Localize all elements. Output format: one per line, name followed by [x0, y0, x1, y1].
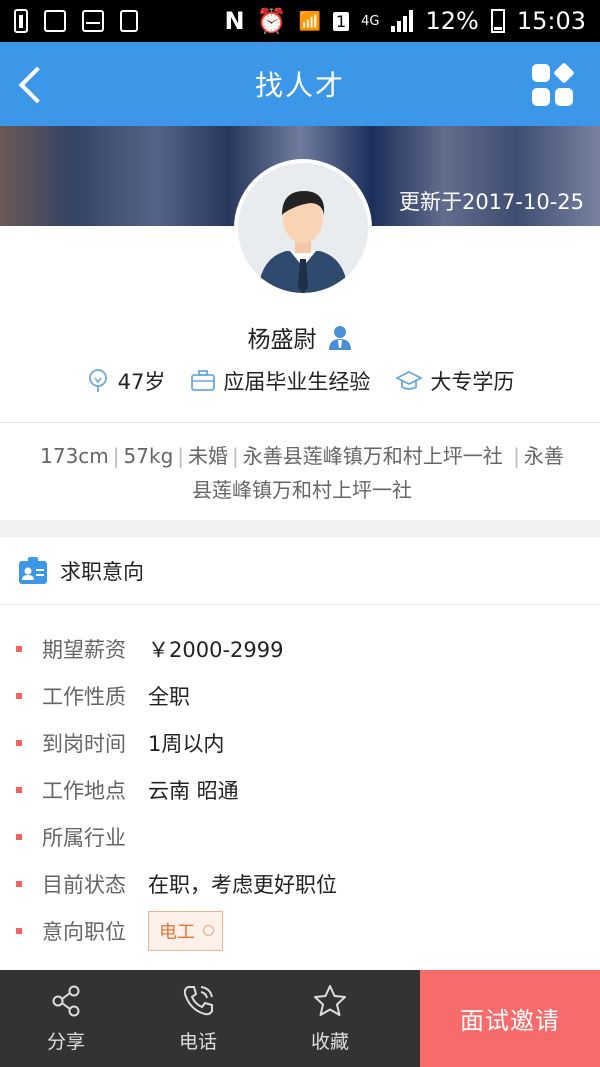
apps-grid-icon[interactable]	[532, 62, 575, 106]
address2-value: 永善	[523, 444, 564, 468]
share-button[interactable]: 分享	[0, 970, 132, 1067]
nfc-icon: N	[224, 7, 245, 35]
experience-value: 应届毕业生经验	[223, 370, 371, 394]
page-title: 找人才	[254, 69, 345, 102]
clock: 15:03	[516, 7, 586, 35]
row-label: 意向职位	[42, 919, 126, 944]
signal-icon	[391, 10, 414, 32]
star-icon	[314, 985, 346, 1016]
updated-date: 更新于2017-10-25	[398, 190, 584, 214]
job-tag-label: 电工	[159, 921, 195, 943]
candidate-name: 杨盛尉	[247, 327, 317, 353]
intention-header: 求职意向	[0, 537, 600, 605]
briefcase-icon	[191, 370, 216, 391]
row-label: 目前状态	[42, 872, 126, 897]
list-item: 意向职位 电工	[0, 907, 600, 954]
marital-value: 未婚	[188, 444, 229, 468]
phone-label: 电话	[178, 1031, 217, 1053]
address2-cont: 县莲峰镇万和村上坪一社	[192, 478, 412, 502]
bullet	[16, 880, 22, 887]
bottom-action-bar: 分享 电话 收藏 面试邀请	[0, 970, 600, 1067]
bullet	[16, 739, 22, 746]
section-title: 求职意向	[60, 559, 144, 584]
address-value: 永善县莲峰镇万和村上坪一社	[242, 444, 503, 468]
list-item: 期望薪资 ￥2000-2999	[0, 625, 600, 672]
graduation-cap-icon	[396, 370, 423, 390]
height-value: 173cm	[40, 444, 109, 468]
back-arrow-icon[interactable]	[14, 60, 58, 108]
status-bar: N ⏰ 📶 1 4G 12% 15:03	[0, 0, 600, 42]
row-label: 所属行业	[42, 825, 126, 850]
balloon-icon	[88, 369, 107, 392]
person-avatar-icon	[238, 163, 368, 293]
app-header: 找人才	[0, 42, 600, 126]
bullet	[16, 927, 22, 934]
row-value: ￥2000-2999	[148, 637, 284, 662]
list-item: 到岗时间 1周以内	[0, 719, 600, 766]
row-value: 在职，考虑更好职位	[148, 872, 337, 897]
phone-button[interactable]: 电话	[132, 970, 264, 1067]
system-icons: N ⏰ 📶 1 4G 12% 15:03	[225, 7, 586, 35]
bullet	[16, 645, 22, 652]
weight-value: 57kg	[123, 444, 174, 468]
wifi-icon: 📶	[298, 10, 321, 32]
share-icon	[52, 985, 80, 1017]
network-type: 4G	[361, 13, 380, 29]
battery-icon	[490, 9, 505, 33]
favorite-label: 收藏	[310, 1031, 349, 1053]
job-tag[interactable]: 电工	[148, 910, 223, 951]
name-row: 杨盛尉	[0, 320, 600, 354]
age-tag: 47岁	[86, 366, 166, 396]
id-card-icon	[19, 556, 47, 584]
row-label: 到岗时间	[42, 731, 126, 756]
alarm-icon: ⏰	[256, 7, 287, 35]
sim-badge: 1	[332, 11, 350, 31]
share-label: 分享	[46, 1031, 85, 1053]
basic-info: 173cm | 57kg | 未婚 | 永善县莲峰镇万和村上坪一社 | 永善 县莲峰镇万和村上坪…	[0, 422, 600, 520]
image-icon	[44, 10, 66, 32]
profile-tags: 47岁 应届毕业生经验 大专学历	[0, 366, 600, 396]
avatar	[234, 159, 372, 297]
battery-percent: 12%	[425, 7, 479, 35]
notification-icons	[14, 9, 138, 33]
list-item: 工作地点 云南 昭通	[0, 766, 600, 813]
row-value: 1周以内	[148, 731, 225, 756]
bullet	[16, 786, 22, 793]
education-value: 大专学历	[430, 370, 515, 394]
circle-icon	[203, 925, 214, 936]
row-value: 云南 昭通	[148, 778, 239, 803]
list-item: 工作性质 全职	[0, 672, 600, 719]
row-label: 工作地点	[42, 778, 126, 803]
user-badge-icon	[328, 326, 351, 350]
bullet	[16, 833, 22, 840]
row-label: 期望薪资	[42, 637, 126, 662]
battery-warning-icon	[14, 9, 28, 33]
bullet	[16, 692, 22, 699]
mail-icon	[82, 10, 104, 32]
phone-icon	[183, 986, 213, 1016]
favorite-button[interactable]: 收藏	[264, 970, 396, 1067]
age-value: 47岁	[117, 370, 166, 394]
interview-invite-button[interactable]: 面试邀请	[420, 970, 600, 1067]
intention-list: 期望薪资 ￥2000-2999 工作性质 全职 到岗时间 1周以内 工作地点 云南 昭通…	[0, 605, 600, 970]
list-item: 所属行业	[0, 813, 600, 860]
row-label: 工作性质	[42, 684, 126, 709]
device-alert-icon	[120, 10, 138, 32]
row-value: 全职	[148, 684, 190, 709]
experience-tag: 应届毕业生经验	[191, 366, 370, 396]
education-tag: 大专学历	[396, 366, 514, 396]
list-item: 目前状态 在职，考虑更好职位	[0, 860, 600, 907]
